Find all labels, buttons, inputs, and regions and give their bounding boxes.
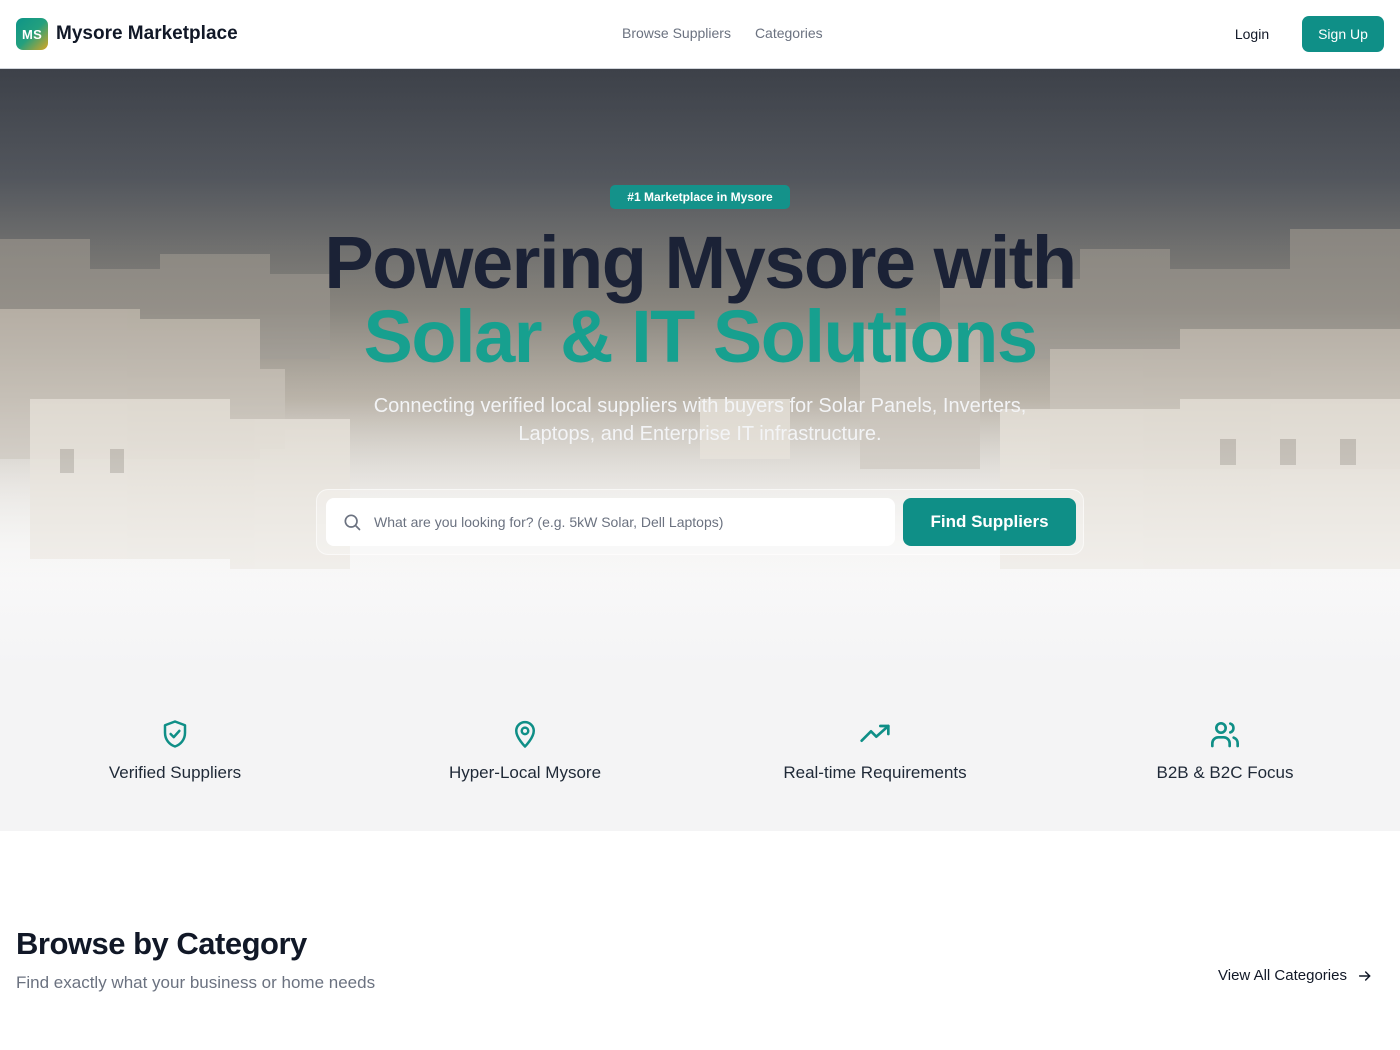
search-field[interactable] bbox=[326, 498, 895, 546]
login-button[interactable]: Login bbox=[1214, 16, 1290, 52]
find-suppliers-button[interactable]: Find Suppliers bbox=[903, 498, 1076, 546]
hero-title-line2: Solar & IT Solutions bbox=[363, 295, 1038, 378]
top-header: MS Mysore Marketplace Browse Suppliers C… bbox=[0, 0, 1400, 69]
hero-badge: #1 Marketplace in Mysore bbox=[610, 185, 790, 209]
feature-label: B2B & B2C Focus bbox=[1156, 763, 1294, 782]
search-bar: Find Suppliers bbox=[316, 489, 1084, 555]
feature-hyper-local: Hyper-Local Mysore bbox=[350, 717, 700, 783]
brand-name: Mysore Marketplace bbox=[56, 23, 238, 44]
users-icon bbox=[1211, 722, 1239, 748]
arrow-right-icon bbox=[1358, 970, 1371, 981]
search-input[interactable] bbox=[374, 514, 874, 530]
nav-categories[interactable]: Categories bbox=[755, 25, 823, 41]
browse-section-subtitle: Find exactly what your business or home … bbox=[16, 973, 376, 992]
hero-section: #1 Marketplace in Mysore Powering Mysore… bbox=[0, 69, 1400, 669]
map-pin-icon bbox=[515, 720, 535, 748]
hero-subtitle: Connecting verified local suppliers with… bbox=[373, 395, 1027, 445]
feature-label: Real-time Requirements bbox=[783, 763, 967, 782]
feature-b2b-b2c: B2B & B2C Focus bbox=[1050, 717, 1400, 783]
hero-title-line1: Powering Mysore with bbox=[324, 221, 1077, 304]
search-icon bbox=[344, 514, 361, 531]
view-all-categories-link[interactable]: View All Categories bbox=[1218, 967, 1373, 984]
feature-label: Hyper-Local Mysore bbox=[448, 763, 602, 782]
brand-logo: MS bbox=[16, 18, 48, 50]
main-nav: Browse Suppliers Categories bbox=[622, 25, 823, 41]
brand[interactable]: MS Mysore Marketplace bbox=[16, 18, 238, 50]
feature-realtime-requirements: Real-time Requirements bbox=[700, 717, 1050, 783]
feature-verified-suppliers: Verified Suppliers bbox=[0, 717, 350, 783]
nav-browse-suppliers[interactable]: Browse Suppliers bbox=[622, 25, 731, 41]
features-strip: Verified Suppliers Hyper-Local Mysore Re… bbox=[0, 669, 1400, 831]
trending-up-icon bbox=[860, 724, 890, 742]
shield-check-icon bbox=[163, 720, 187, 748]
view-all-label: View All Categories bbox=[1218, 967, 1347, 984]
browse-section-title: Browse by Category bbox=[16, 926, 307, 961]
signup-button[interactable]: Sign Up bbox=[1302, 16, 1384, 52]
feature-label: Verified Suppliers bbox=[108, 763, 242, 782]
